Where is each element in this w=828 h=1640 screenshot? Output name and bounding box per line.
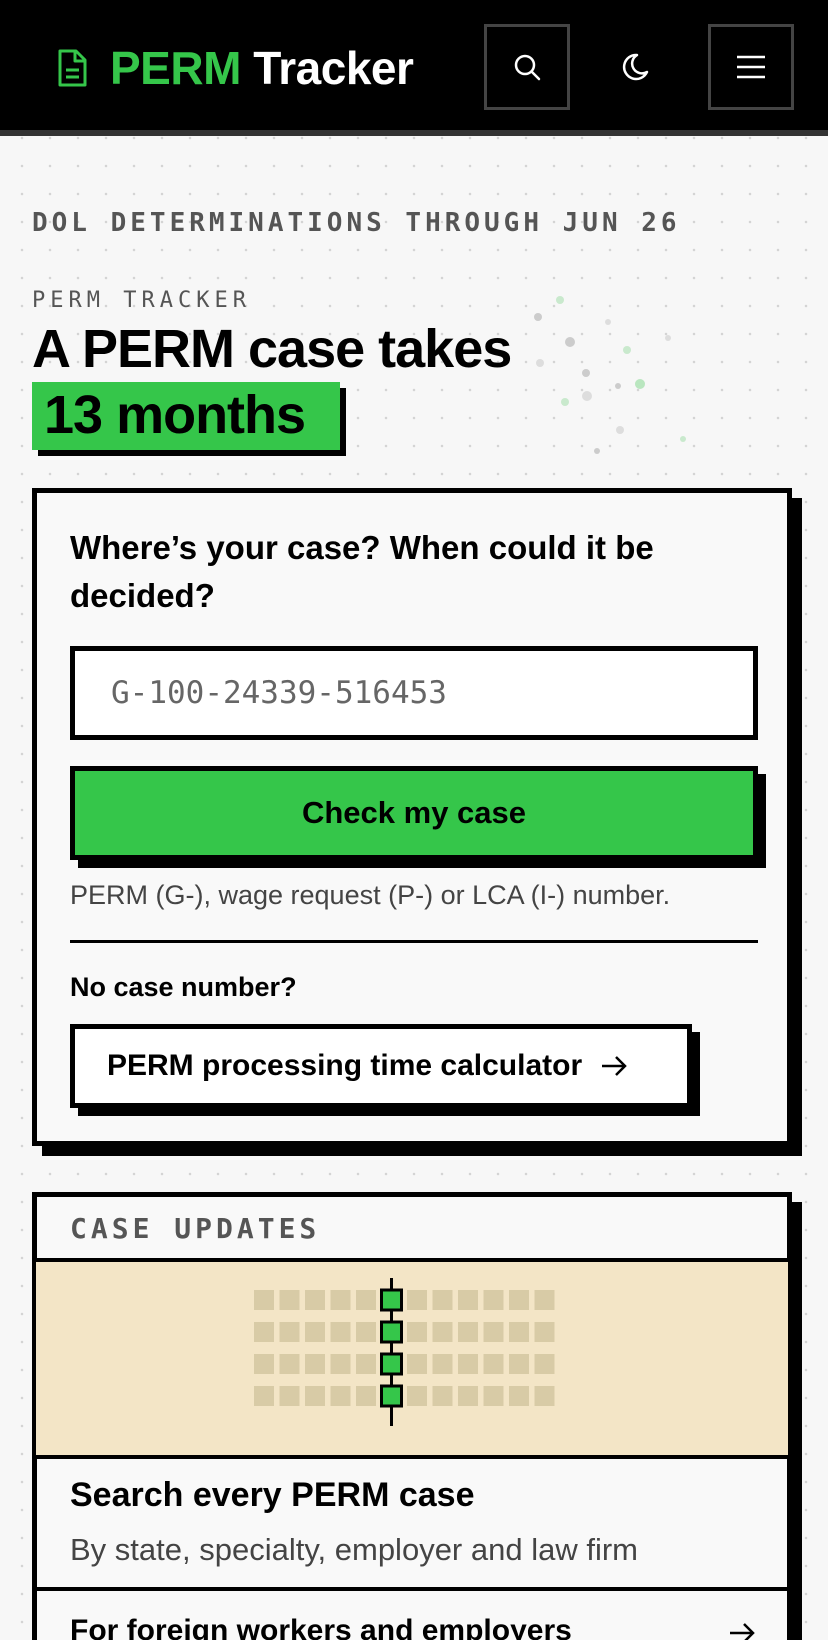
case-cell: [407, 1290, 427, 1310]
calculator-link-button[interactable]: PERM processing time calculator: [70, 1024, 692, 1108]
case-cell: [534, 1290, 555, 1310]
case-cell: [432, 1354, 453, 1374]
case-cell: [305, 1322, 325, 1342]
search-cases-title[interactable]: Search every PERM case: [70, 1476, 474, 1515]
case-cell: [458, 1290, 478, 1310]
case-cell: [407, 1386, 427, 1406]
section-kicker: PERM TRACKER: [32, 288, 251, 313]
case-cell: [279, 1290, 300, 1310]
case-cell: [254, 1354, 274, 1374]
check-case-button[interactable]: Check my case: [70, 766, 758, 860]
case-cell: [407, 1322, 427, 1342]
arrow-right-icon: [730, 1623, 755, 1640]
case-cell: [330, 1354, 351, 1374]
case-updates-label: CASE UPDATES: [70, 1212, 321, 1245]
top-header: PERM Tracker: [0, 0, 828, 136]
theme-toggle-button[interactable]: [597, 24, 683, 110]
case-cell: [509, 1354, 529, 1374]
moon-icon: [622, 53, 649, 81]
menu-button[interactable]: [708, 24, 794, 110]
case-cell: [356, 1322, 376, 1342]
no-case-label: No case number?: [70, 972, 297, 1002]
case-cell: [534, 1322, 555, 1342]
lookup-title: Where’s your case? When could it be deci…: [70, 529, 654, 614]
highlighted-case-cell: [380, 1288, 403, 1312]
highlighted-case-cell: [380, 1320, 403, 1344]
case-cell: [330, 1290, 351, 1310]
case-cell: [279, 1386, 300, 1406]
search-icon: [514, 54, 541, 81]
brand-logo[interactable]: PERM Tracker: [54, 42, 414, 94]
highlighted-case-cell: [380, 1352, 403, 1376]
case-cell: [458, 1386, 478, 1406]
case-cell: [279, 1322, 300, 1342]
case-cell: [305, 1354, 325, 1374]
duration-highlight: 13 months: [32, 382, 346, 456]
particle-decoration: [534, 296, 686, 454]
case-cell: [509, 1386, 529, 1406]
case-cell: [356, 1290, 376, 1310]
case-cell: [432, 1290, 453, 1310]
case-grid-illustration: [36, 1262, 788, 1456]
foreign-workers-link[interactable]: For foreign workers and employers: [70, 1614, 572, 1640]
case-cell: [483, 1354, 504, 1374]
brand-name-part1: PERM: [110, 42, 241, 94]
case-cell: [254, 1290, 274, 1310]
arrow-right-icon: [602, 1056, 627, 1076]
section-divider: [70, 940, 758, 943]
case-cell: [432, 1322, 453, 1342]
duration-highlight-text: 13 months: [32, 382, 340, 450]
case-cell: [509, 1290, 529, 1310]
case-cell: [254, 1322, 274, 1342]
case-cell: [305, 1386, 325, 1406]
case-cell: [279, 1354, 300, 1374]
case-cell: [483, 1322, 504, 1342]
case-number-input[interactable]: [70, 646, 758, 740]
brand-name-part2: Tracker: [253, 42, 414, 94]
case-cell: [483, 1386, 504, 1406]
case-cell: [458, 1354, 478, 1374]
input-helper-text: PERM (G-), wage request (P-) or LCA (I-)…: [70, 880, 671, 910]
menu-icon: [737, 55, 765, 79]
case-cell: [458, 1322, 478, 1342]
case-cell: [305, 1290, 325, 1310]
case-cell: [534, 1354, 555, 1374]
data-freshness-line: DOL DETERMINATIONS THROUGH JUN 26: [32, 208, 681, 238]
case-cell: [330, 1386, 351, 1406]
case-cell: [254, 1386, 274, 1406]
highlighted-case-cell: [380, 1384, 403, 1408]
search-button[interactable]: [484, 24, 570, 110]
case-cell: [356, 1386, 376, 1406]
case-cell: [483, 1290, 504, 1310]
case-cell: [509, 1322, 529, 1342]
search-cases-subtitle: By state, specialty, employer and law fi…: [70, 1532, 638, 1567]
case-cell: [432, 1386, 453, 1406]
case-cell: [330, 1322, 351, 1342]
case-cell: [356, 1354, 376, 1374]
calculator-link-label: PERM processing time calculator: [107, 1049, 583, 1082]
document-icon: [58, 49, 87, 87]
case-cell: [407, 1354, 427, 1374]
case-cell: [534, 1386, 555, 1406]
